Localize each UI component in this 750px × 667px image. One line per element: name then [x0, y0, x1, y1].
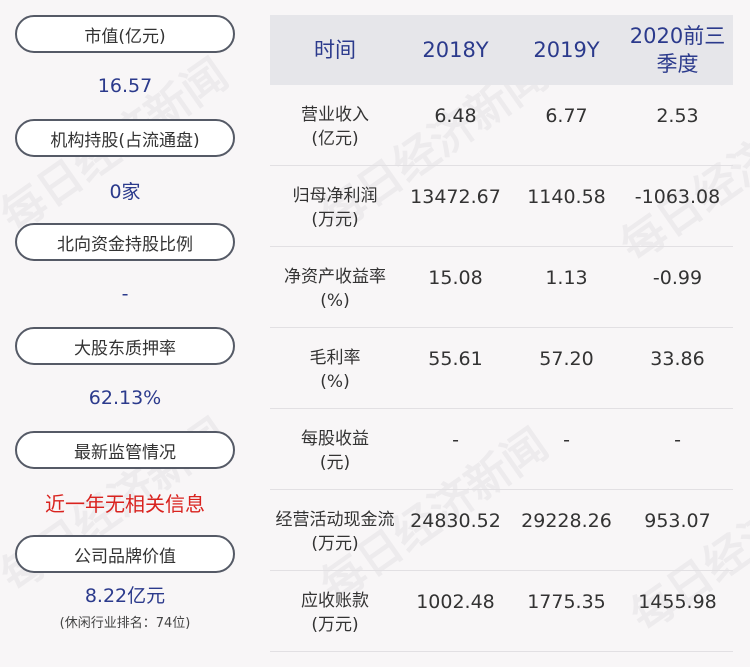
row-name: 每股收益 — [301, 429, 369, 449]
header-2018: 2018Y — [422, 38, 489, 62]
cell-2019: - — [563, 429, 570, 451]
table-row: 应收账款 (万元) 1002.48 1775.35 1455.98 — [270, 571, 733, 652]
row-unit: (万元) — [311, 210, 359, 230]
cell-2018: 15.08 — [428, 267, 483, 289]
cell-2018: - — [452, 429, 459, 451]
institutional-holdings-label: 机构持股(占流通盘) — [15, 119, 235, 157]
market-cap-value-text: 16.57 — [97, 75, 153, 97]
row-label: 毛利率 (%) — [270, 328, 400, 394]
cell-2020-q3: 2.53 — [656, 105, 699, 127]
cell-2018: 13472.67 — [410, 186, 501, 208]
row-name: 净资产收益率 — [284, 267, 386, 287]
row-label: 每股收益 (元) — [270, 409, 400, 475]
cell-2020-q3: -1063.08 — [634, 186, 721, 208]
row-unit: (元) — [319, 453, 351, 473]
cell-2018: 55.61 — [428, 348, 483, 370]
table-row: 净资产收益率 (%) 15.08 1.13 -0.99 — [270, 247, 733, 328]
regulatory-status-value-text: 近一年无相关信息 — [45, 491, 205, 516]
regulatory-status-value: 近一年无相关信息 — [15, 469, 235, 535]
cell-2020-q3: 953.07 — [644, 510, 711, 532]
row-unit: (万元) — [311, 615, 359, 635]
brand-value-value-text: 8.22亿元 — [84, 585, 166, 607]
pledge-ratio-value-text: 62.13% — [88, 387, 162, 409]
row-name: 应收账款 — [301, 591, 369, 611]
table-row: 每股收益 (元) - - - — [270, 409, 733, 490]
cell-2018: 6.48 — [434, 105, 477, 127]
table-header: 时间 2018Y 2019Y 2020前三季度 — [270, 15, 733, 85]
brand-value-label: 公司品牌价值 — [15, 535, 235, 573]
institutional-holdings-value-text: 0家 — [109, 180, 141, 203]
cell-2019: 1140.58 — [527, 186, 606, 208]
left-summary-panel: 市值(亿元) 16.57 机构持股(占流通盘) 0家 北向资金持股比例 - 大股… — [15, 15, 235, 639]
pledge-ratio-value: 62.13% — [15, 365, 235, 431]
row-name: 归母净利润 — [292, 186, 378, 206]
institutional-holdings-value: 0家 — [15, 157, 235, 223]
cell-2018: 1002.48 — [416, 591, 495, 613]
cell-2019: 57.20 — [539, 348, 594, 370]
northbound-holdings-label: 北向资金持股比例 — [15, 223, 235, 261]
row-label: 归母净利润 (万元) — [270, 166, 400, 232]
cell-2020-q3: - — [674, 429, 681, 451]
row-label: 应收账款 (万元) — [270, 571, 400, 637]
cell-2020-q3: 33.86 — [650, 348, 705, 370]
cell-2019: 1.13 — [545, 267, 588, 289]
financial-table: 时间 2018Y 2019Y 2020前三季度 营业收入 (亿元) 6.48 6… — [270, 15, 733, 652]
cell-2018: 24830.52 — [410, 510, 501, 532]
row-label: 净资产收益率 (%) — [270, 247, 400, 313]
row-label: 营业收入 (亿元) — [270, 85, 400, 151]
cell-2019: 1775.35 — [527, 591, 606, 613]
row-unit: (%) — [320, 372, 350, 392]
header-2019: 2019Y — [533, 38, 600, 62]
brand-value-value: 8.22亿元 (休闲行业排名：74位) — [15, 573, 235, 639]
northbound-holdings-value: - — [15, 261, 235, 327]
market-cap-value: 16.57 — [15, 53, 235, 119]
northbound-holdings-value-text: - — [121, 283, 129, 305]
row-unit: (万元) — [311, 534, 359, 554]
cell-2020-q3: 1455.98 — [638, 591, 717, 613]
regulatory-status-label: 最新监管情况 — [15, 431, 235, 469]
cell-2019: 6.77 — [545, 105, 588, 127]
brand-rank-note: (休闲行业排名：74位) — [59, 616, 191, 631]
table-row: 营业收入 (亿元) 6.48 6.77 2.53 — [270, 85, 733, 166]
table-row: 经营活动现金流 (万元) 24830.52 29228.26 953.07 — [270, 490, 733, 571]
row-label: 经营活动现金流 (万元) — [270, 490, 400, 556]
market-cap-label: 市值(亿元) — [15, 15, 235, 53]
table-row: 毛利率 (%) 55.61 57.20 33.86 — [270, 328, 733, 409]
header-time: 时间 — [314, 38, 356, 62]
pledge-ratio-label: 大股东质押率 — [15, 327, 235, 365]
row-unit: (亿元) — [311, 129, 359, 149]
row-name: 毛利率 — [309, 348, 361, 368]
row-unit: (%) — [320, 291, 350, 311]
row-name: 营业收入 — [301, 105, 369, 125]
table-row: 归母净利润 (万元) 13472.67 1140.58 -1063.08 — [270, 166, 733, 247]
cell-2019: 29228.26 — [521, 510, 612, 532]
row-name: 经营活动现金流 — [275, 510, 395, 530]
cell-2020-q3: -0.99 — [652, 267, 703, 289]
header-2020-q3: 2020前三季度 — [629, 24, 726, 76]
